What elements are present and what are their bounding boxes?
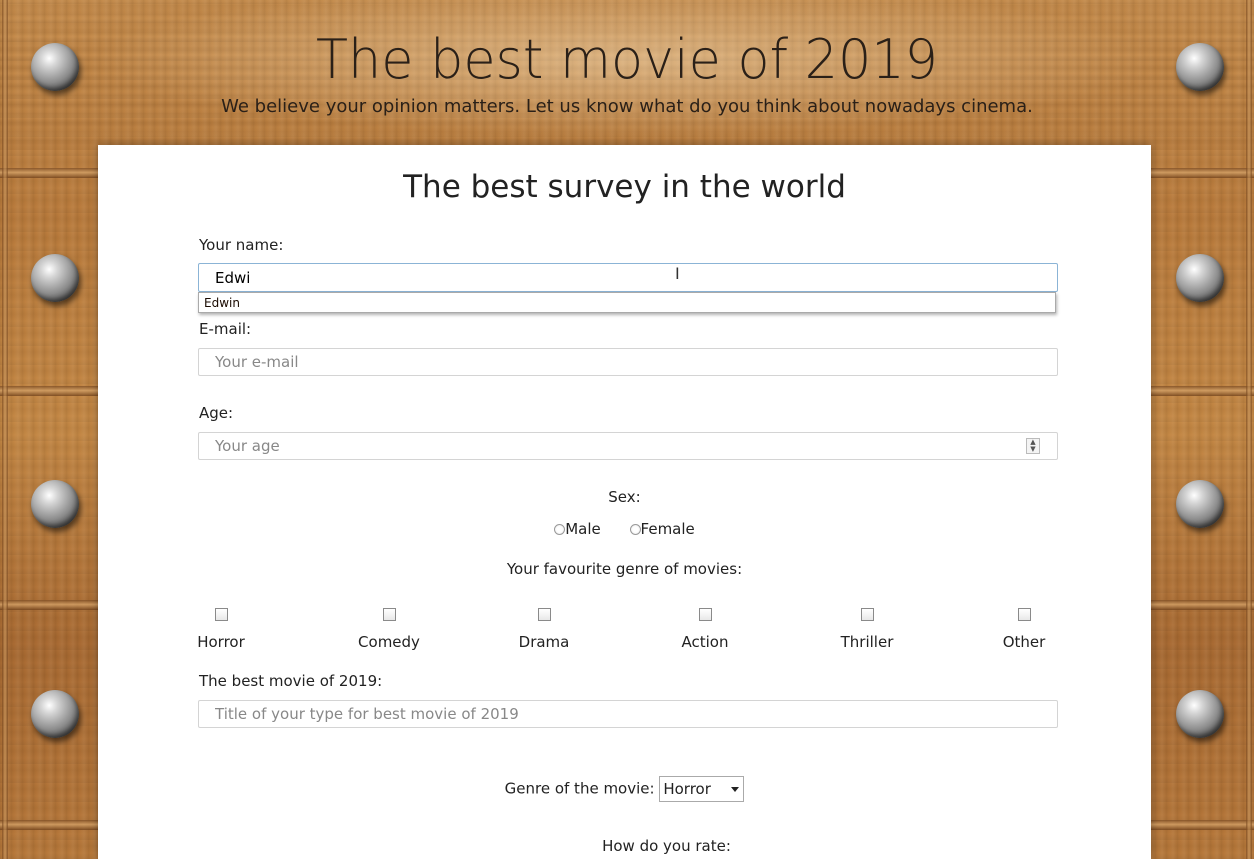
page-header: The best movie of 2019 We believe your o… (0, 28, 1254, 117)
radio-female[interactable] (629, 524, 641, 535)
movie-genre-label: Genre of the movie: (504, 779, 655, 798)
genre-label-action: Action (681, 633, 729, 651)
genre-label-drama: Drama (518, 633, 570, 651)
email-input[interactable] (198, 348, 1058, 376)
checkbox-drama[interactable] (537, 608, 551, 621)
rivet-icon (1176, 480, 1224, 528)
radio-label-male: Male (565, 520, 601, 538)
genre-option-horror[interactable]: Horror (171, 608, 271, 651)
name-input[interactable] (198, 263, 1058, 292)
rivet-icon (1176, 254, 1224, 302)
name-label: Your name: (199, 236, 284, 254)
radio-male[interactable] (554, 524, 566, 535)
plank-edge (2, 0, 8, 859)
best-movie-label: The best movie of 2019: (199, 672, 383, 690)
rivet-icon (1176, 690, 1224, 738)
radio-label-female: Female (640, 520, 695, 538)
text-cursor-icon: I (675, 264, 680, 283)
sex-option-male[interactable]: Male (554, 520, 601, 538)
best-movie-input[interactable] (198, 700, 1058, 728)
rate-label: How do you rate: (602, 837, 731, 855)
autocomplete-suggestion[interactable]: Edwin (198, 292, 1056, 313)
genre-option-drama[interactable]: Drama (494, 608, 594, 651)
age-input[interactable] (198, 432, 1058, 460)
genre-option-comedy[interactable]: Comedy (339, 608, 439, 651)
page-title: The best movie of 2019 (316, 28, 938, 91)
movie-genre-row: Genre of the movie: Horror (98, 776, 1151, 802)
checkbox-other[interactable] (1017, 608, 1031, 621)
age-label: Age: (199, 404, 234, 422)
checkbox-horror[interactable] (214, 608, 228, 621)
rivet-icon (31, 690, 79, 738)
sex-option-female[interactable]: Female (629, 520, 695, 538)
survey-title: The best survey in the world (403, 169, 846, 205)
genre-label-horror: Horror (197, 633, 245, 651)
dropdown-arrow-icon (731, 787, 740, 792)
movie-genre-selected: Horror (663, 780, 711, 798)
plank-edge (1246, 0, 1252, 859)
email-label: E-mail: (199, 320, 252, 338)
page-subtitle: We believe your opinion matters. Let us … (221, 96, 1033, 117)
checkbox-thriller[interactable] (860, 608, 874, 621)
genre-label-other: Other (1002, 633, 1046, 651)
genre-option-thriller[interactable]: Thriller (817, 608, 917, 651)
checkbox-action[interactable] (698, 608, 712, 621)
spinner-arrows-icon[interactable]: ▲ ▼ (1026, 438, 1040, 454)
sex-label: Sex: (608, 488, 641, 506)
checkbox-comedy[interactable] (382, 608, 396, 621)
genre-label: Your favourite genre of movies: (506, 560, 743, 578)
survey-form: The best survey in the world Your name: … (98, 145, 1151, 859)
sex-radio-group: Male Female (98, 520, 1151, 538)
genre-label-comedy: Comedy (358, 633, 420, 651)
genre-option-other[interactable]: Other (974, 608, 1074, 651)
genre-label-thriller: Thriller (840, 633, 894, 651)
rivet-icon (31, 254, 79, 302)
genre-option-action[interactable]: Action (655, 608, 755, 651)
rivet-icon (31, 480, 79, 528)
movie-genre-select[interactable]: Horror (659, 776, 745, 802)
